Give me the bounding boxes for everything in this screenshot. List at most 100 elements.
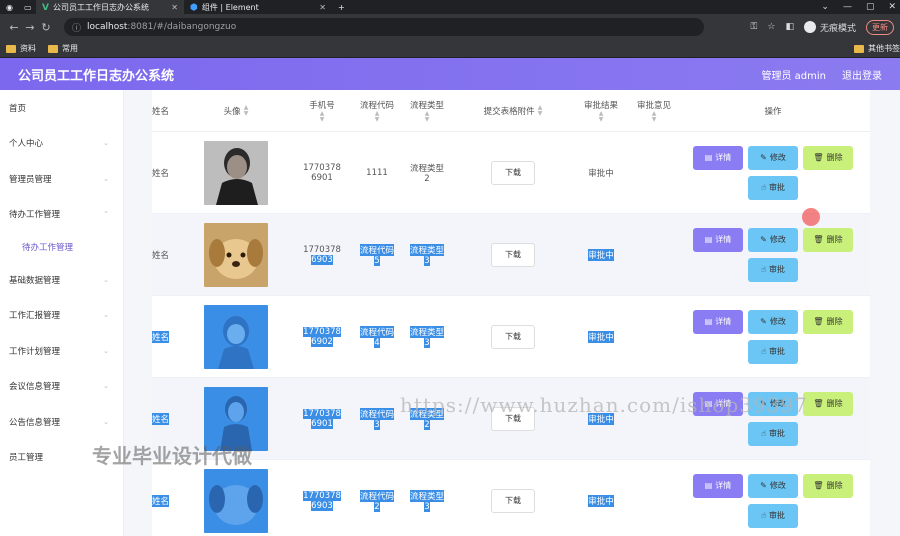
tab-list-icon[interactable]: ▭ [18,0,36,14]
cell-phone: 1770378 6902 [290,326,354,347]
incognito-indicator[interactable]: 无痕模式 [803,21,856,34]
table-row[interactable]: 姓名 1770378 6903 流程代码 2 流程类型 3 下载 审批中 ▤ 详情 ✎ 修… [152,460,870,536]
sort-icon[interactable]: ▲ ▼ [652,110,657,123]
sidebar-item-plans[interactable]: 工作计划管理 ⌄ [0,333,123,369]
download-button[interactable]: 下载 [491,160,535,185]
col-name[interactable]: 姓名 [152,105,182,117]
bookmark-folder[interactable]: 常用 [48,43,78,54]
btn-label: 审批 [768,265,785,274]
phone-part: 1770378 [303,408,341,419]
sidebar-subitem-todo[interactable]: 待办工作管理 [0,232,123,262]
sidebar-item-meetings[interactable]: 会议信息管理 ⌄ [0,369,123,405]
other-bookmarks[interactable]: 其他书签 [854,43,900,54]
url-input[interactable]: ⓘ localhost:8081/#/daibangongzuo [64,18,704,36]
col-phone[interactable]: 手机号 ▲ ▼ [290,99,354,123]
cell-result: 审批中 [572,330,630,343]
type-part: 流程类型 [409,243,444,256]
info-icon[interactable]: ⓘ [72,21,81,34]
sort-icon[interactable]: ▲ ▼ [538,104,543,117]
logout-link[interactable]: 退出登录 [842,67,882,82]
new-tab-icon[interactable]: + [332,0,352,14]
sort-icon[interactable]: ▲ ▼ [320,110,325,123]
close-tab-icon[interactable]: ✕ [171,3,178,12]
key-icon[interactable]: ⚿ [751,22,758,32]
reload-icon[interactable]: ↻ [38,21,54,34]
approve-button[interactable]: ☝ 审批 [748,339,798,364]
update-button[interactable]: 更新 [866,19,894,35]
col-flow-code[interactable]: 流程代码 ▲ ▼ [354,99,400,123]
approve-button[interactable]: ☝ 审批 [748,421,798,446]
col-attachment[interactable]: 提交表格附件 ▲ ▼ [454,104,572,117]
table-row[interactable]: 姓名 1770378 6901 1111 流程类型 2 下载 审批中 ▤ 详情 ✎ 修改… [152,132,870,214]
edit-button[interactable]: ✎ 修改 [748,309,798,334]
sidebar-item-todo[interactable]: 待办工作管理 ⌃ [0,197,123,233]
window-controls: ⌄ — ▢ ✕ [821,0,896,14]
forward-icon[interactable]: → [22,21,38,34]
avatar-image[interactable] [204,222,268,287]
detail-button[interactable]: ▤ 详情 [693,145,743,170]
col-avatar[interactable]: 头像 ▲ ▼ [182,104,290,117]
sidebar-item-admins[interactable]: 管理员管理 ⌄ [0,161,123,197]
table-row[interactable]: 姓名 1770378 6903 流程代码 5 流程类型 3 下载 审批中 ▤ 详情 ✎ 修 [152,214,870,296]
detail-button[interactable]: ▤ 详情 [693,227,743,252]
col-flow-type[interactable]: 流程类型 ▲ ▼ [400,99,454,123]
avatar-image[interactable] [204,140,268,205]
edit-button[interactable]: ✎ 修改 [748,145,798,170]
download-button[interactable]: 下载 [491,242,535,267]
edit-button[interactable]: ✎ 修改 [748,227,798,252]
sort-icon[interactable]: ▲ ▼ [375,110,380,123]
detail-button[interactable]: ▤ 详情 [693,473,743,498]
avatar-image[interactable] [204,304,268,369]
delete-button[interactable]: 🗑 删除 [803,309,853,334]
approve-button[interactable]: ☝ 审批 [748,257,798,282]
sort-icon[interactable]: ▲ ▼ [425,110,430,123]
sort-icon[interactable]: ▲ ▼ [599,110,604,123]
tab-title: 组件 | Element [201,2,259,12]
bookmark-folder[interactable]: 资料 [6,43,36,54]
delete-button[interactable]: 🗑 删除 [803,391,853,416]
sidebar-item-home[interactable]: 首页 [0,90,123,126]
table-row[interactable]: 姓名 1770378 6901 流程代码 3 流程类型 2 下载 审批中 ▤ 详情 ✎ 修… [152,378,870,460]
chevron-down-icon: ⌄ [103,382,109,391]
sidebar-item-notices[interactable]: 公告信息管理 ⌄ [0,404,123,440]
approve-button[interactable]: ☝ 审批 [748,175,798,200]
browser-tab-active[interactable]: V 公司员工工作日志办公系统 ✕ [36,0,184,14]
minimize-icon[interactable]: — [843,2,852,12]
star-icon[interactable]: ☆ [767,22,775,32]
back-icon[interactable]: ← [6,21,22,34]
browser-menu-icon[interactable]: ◉ [0,0,18,14]
cell-flow-type: 流程类型 3 [400,243,454,266]
delete-button[interactable]: 🗑 删除 [803,473,853,498]
delete-button[interactable]: 🗑 删除 [803,145,853,170]
pencil-icon: ✎ [760,153,767,162]
sidebar-item-profile[interactable]: 个人中心 ⌄ [0,126,123,162]
download-button[interactable]: 下载 [491,324,535,349]
url-watermark: https://www.huzhan.com/ishop39397 [400,393,808,417]
browser-tab-inactive[interactable]: ⬢ 组件 | Element ✕ [184,0,332,14]
col-opinion[interactable]: 审批意见 ▲ ▼ [630,99,678,123]
cell-ops: ▤ 详情 ✎ 修改 🗑 删除 ☝ 审批 [678,473,868,528]
sidepanel-icon[interactable]: ◧ [785,22,794,32]
sidebar-item-reports[interactable]: 工作汇报管理 ⌄ [0,298,123,334]
col-result[interactable]: 审批结果 ▲ ▼ [572,99,630,123]
maximize-icon[interactable]: ▢ [866,2,875,12]
close-window-icon[interactable]: ✕ [888,2,896,12]
detail-button[interactable]: ▤ 详情 [693,309,743,334]
sidebar-item-basic-data[interactable]: 基础数据管理 ⌄ [0,262,123,298]
app-title: 公司员工工作日志办公系统 [18,68,175,84]
table-row[interactable]: 姓名 1770378 6902 流程代码 4 流程类型 3 下载 审批中 ▤ 详情 ✎ 修… [152,296,870,378]
dropdown-icon[interactable]: ⌄ [821,2,829,12]
sidebar-item-label: 公告信息管理 [9,417,61,428]
avatar-image[interactable] [204,468,268,533]
sort-icon[interactable]: ▲ ▼ [244,104,249,117]
cell-flow-type: 流程类型 3 [400,489,454,512]
code-part: 流程代码 [359,243,394,256]
cell-ops: ▤ 详情 ✎ 修改 🗑 删除 ☝ 审批 [678,145,868,200]
delete-button[interactable]: 🗑 删除 [803,227,853,252]
download-button[interactable]: 下载 [491,488,535,513]
cell-phone: 1770378 6901 [290,408,354,429]
edit-button[interactable]: ✎ 修改 [748,473,798,498]
close-tab-icon[interactable]: ✕ [319,3,326,12]
bookmark-label: 资料 [20,44,36,53]
approve-button[interactable]: ☝ 审批 [748,503,798,528]
